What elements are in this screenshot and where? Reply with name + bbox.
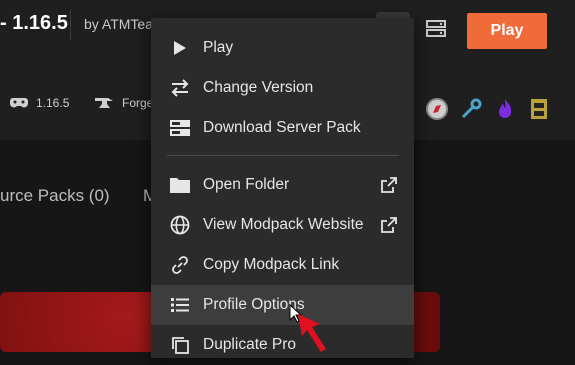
play-icon: [169, 37, 191, 59]
external-link-icon: [381, 217, 397, 233]
menu-item-play[interactable]: Play: [151, 28, 414, 68]
profile-context-menu: Play Change Version Download Server Pack…: [151, 18, 414, 358]
profile-author: by ATMTea: [84, 16, 153, 32]
menu-divider: [167, 155, 399, 156]
folder-icon: [169, 174, 191, 196]
menu-item-open-folder[interactable]: Open Folder: [151, 165, 414, 205]
server-icon[interactable]: [426, 20, 446, 38]
header-divider: [70, 10, 71, 40]
profile-title: - 1.16.5: [0, 12, 68, 34]
menu-item-copy-link[interactable]: Copy Modpack Link: [151, 245, 414, 285]
menu-item-label: Download Server Pack: [203, 119, 361, 136]
game-version-label: 1.16.5: [36, 96, 70, 110]
duplicate-icon: [169, 334, 191, 356]
menu-item-label: Change Version: [203, 79, 314, 96]
menu-item-label: Open Folder: [203, 176, 290, 193]
menu-item-label: Duplicate Pro: [203, 336, 297, 353]
menu-item-duplicate[interactable]: Duplicate Pro: [151, 325, 414, 365]
list-icon: [169, 294, 191, 316]
external-link-icon: [381, 177, 397, 193]
menu-item-label: Copy Modpack Link: [203, 256, 340, 273]
play-button[interactable]: Play: [467, 13, 547, 49]
menu-item-label: Play: [203, 39, 234, 56]
mod-icon-strip: [424, 96, 552, 122]
game-version: 1.16.5: [10, 96, 69, 110]
menu-item-label: View Modpack Website: [203, 216, 364, 233]
menu-item-view-website[interactable]: View Modpack Website: [151, 205, 414, 245]
wrench-icon: [458, 96, 484, 122]
block-icon: [526, 96, 552, 122]
menu-item-change-version[interactable]: Change Version: [151, 68, 414, 108]
server-icon: [169, 117, 191, 139]
anvil-icon: [95, 98, 113, 108]
swap-icon: [169, 77, 191, 99]
menu-item-profile-options[interactable]: Profile Options: [151, 285, 414, 325]
menu-item-download-server-pack[interactable]: Download Server Pack: [151, 108, 414, 148]
flame-icon: [492, 96, 518, 122]
annotation-arrow-icon: [298, 314, 326, 352]
tab-resource-packs[interactable]: urce Packs (0): [0, 186, 110, 206]
globe-icon: [169, 214, 191, 236]
compass-icon: [424, 96, 450, 122]
mod-loader-label: Forge: [122, 96, 154, 110]
link-icon: [169, 254, 191, 276]
mod-loader: Forge: [94, 96, 153, 110]
gamepad-icon: [10, 98, 28, 108]
